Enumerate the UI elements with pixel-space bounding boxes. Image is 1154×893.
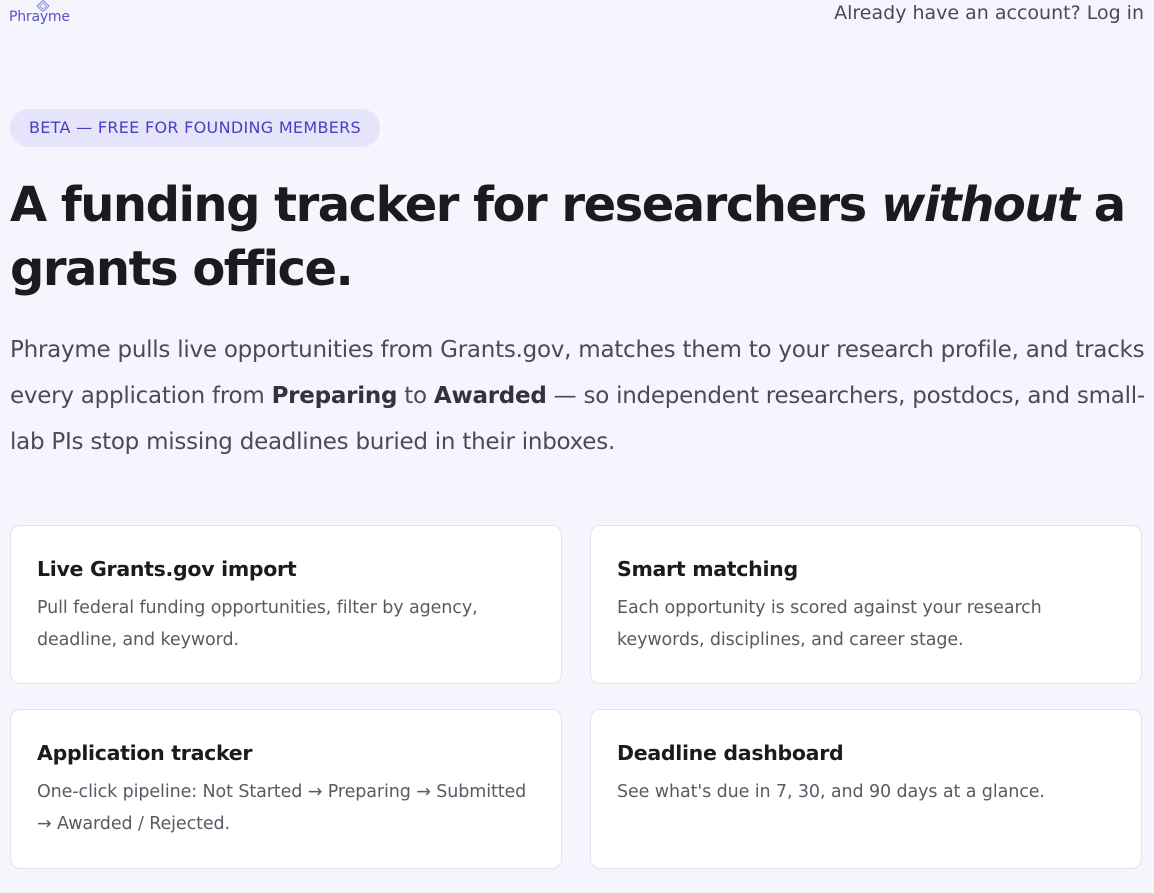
intro-text-2: to: [397, 383, 434, 409]
feature-card-deadline-dashboard: Deadline dashboard See what's due in 7, …: [590, 709, 1142, 869]
intro-paragraph: Phrayme pulls live opportunities from Gr…: [10, 327, 1145, 465]
logo-text: Phrayme: [9, 9, 70, 25]
top-navigation: Phrayme Already have an account? Log in: [0, 0, 1154, 40]
headline-emphasis: without: [880, 177, 1080, 233]
login-link[interactable]: Already have an account? Log in: [834, 2, 1144, 24]
feature-card-title: Smart matching: [617, 557, 798, 581]
feature-card-grants-import: Live Grants.gov import Pull federal fund…: [10, 525, 562, 684]
feature-card-application-tracker: Application tracker One-click pipeline: …: [10, 709, 562, 869]
page-headline: A funding tracker for researchers withou…: [10, 173, 1140, 301]
logo-link[interactable]: Phrayme: [9, 0, 79, 30]
feature-card-title: Live Grants.gov import: [37, 557, 297, 581]
feature-card-description: See what's due in 7, 30, and 90 days at …: [617, 782, 1045, 802]
feature-card-title: Deadline dashboard: [617, 741, 844, 765]
feature-card-description: Each opportunity is scored against your …: [617, 598, 1042, 650]
feature-card-smart-matching: Smart matching Each opportunity is score…: [590, 525, 1142, 684]
intro-status-awarded: Awarded: [433, 383, 547, 409]
feature-card-title: Application tracker: [37, 741, 253, 765]
feature-card-description: Pull federal funding opportunities, filt…: [37, 598, 478, 650]
beta-badge: BETA — FREE FOR FOUNDING MEMBERS: [10, 109, 381, 147]
feature-card-description: One-click pipeline: Not Started → Prepar…: [37, 782, 527, 834]
intro-status-preparing: Preparing: [271, 383, 398, 409]
headline-part-1: A funding tracker for researchers: [10, 177, 881, 233]
